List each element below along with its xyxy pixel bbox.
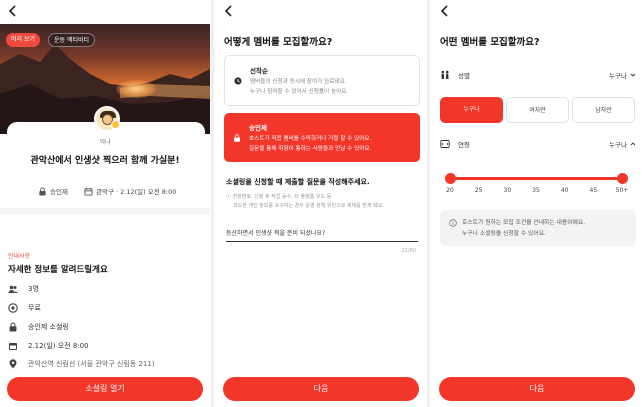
page-title: 어떤 멤버를 모집할까요?	[440, 37, 540, 48]
option-first-come[interactable]: 선착순 멤버들의 신청과 동시에 참여가 완료돼요. 누구나 참여할 수 있어서…	[224, 55, 420, 106]
question-hint-1: ⓘ 전화번호, 신청 후 작업 등수, 타 플랫폼 유도 등	[226, 193, 416, 202]
preview-chip: 미리 보기	[6, 33, 40, 47]
gender-row: 성별 누구나	[440, 69, 636, 81]
panel-divider	[211, 0, 214, 407]
event-title: 관악산에서 인생샷 찍으러 함께 가실분!	[30, 156, 180, 166]
question-hint-1-text: 전화번호, 신청 후 작업 등수, 타 플랫폼 유도 등	[232, 194, 332, 200]
clock-icon	[234, 77, 242, 85]
option-first-come-desc-2: 누구나 참여할 수 있어서 신청률이 높아요.	[250, 89, 349, 95]
lock-icon	[39, 186, 46, 196]
next-button[interactable]: 다음	[439, 377, 635, 401]
lock-icon	[9, 322, 17, 332]
info-row-location: 관악산역 신림선 (서울 관악구 신림동 211)	[8, 359, 155, 369]
info-row-members: 3명	[8, 284, 39, 294]
age-slider-track[interactable]	[449, 177, 622, 180]
option-first-come-desc-1: 멤버들의 신청과 동시에 참여가 완료돼요.	[250, 79, 347, 85]
question-input[interactable]: 등산하면서 인생샷 찍을 준비 되셨나요?	[226, 226, 418, 242]
gender-value[interactable]: 누구나	[609, 70, 636, 80]
panel-divider	[427, 0, 430, 407]
question-hint: ⓘ 전화번호, 신청 후 작업 등수, 타 플랫폼 유도 등 과도한 개인 정보…	[226, 193, 416, 211]
condition-info-text: 호스트가 원하는 모집 조건을 안내하는 내용이에요. 누구나 소셜링을 신청할…	[462, 218, 585, 240]
age-tick-label: 45	[589, 187, 598, 194]
back-arrow-icon[interactable]	[222, 4, 236, 18]
lock-icon	[234, 134, 240, 142]
age-row: 연령 누구나	[440, 138, 636, 150]
info-icon	[449, 219, 457, 227]
gender-option-anyone[interactable]: 누구나	[440, 97, 503, 123]
age-tick-label: 25	[474, 187, 483, 194]
section-divider	[0, 208, 210, 214]
condition-info-line-1: 호스트가 원하는 모집 조건을 안내하는 내용이에요.	[462, 220, 586, 226]
age-value[interactable]: 누구나	[609, 139, 636, 149]
option-approval-desc-1: 호스트가 직접 멤버를 수락하거나 거절 할 수 있어요.	[249, 136, 372, 142]
open-social-button[interactable]: 소셜링 열기	[7, 377, 203, 401]
age-tick-label: 35	[532, 187, 540, 194]
gender-option-male[interactable]: 남자만	[572, 97, 635, 123]
category-chip: 운동 액티비티	[48, 33, 96, 47]
option-first-come-desc: 멤버들의 신청과 동시에 참여가 완료돼요. 누구나 참여할 수 있어서 신청률…	[250, 77, 348, 97]
gender-icon	[441, 70, 449, 80]
option-approval[interactable]: 승인제 호스트가 직접 멤버를 수락하거나 거절 할 수 있어요. 질문을 통해…	[224, 113, 420, 162]
meta-approval: 승인제	[38, 186, 68, 196]
meta-approval-text: 승인제	[50, 188, 68, 196]
notice-label: 안내사항	[8, 253, 31, 260]
calendar-icon	[84, 187, 93, 196]
info-fee-text: 무료	[28, 304, 41, 312]
back-arrow-icon[interactable]	[6, 4, 20, 18]
info-date-text: 2.12(일) 오전 8:00	[28, 342, 89, 350]
coin-icon	[8, 303, 18, 313]
page-title: 어떻게 멤버를 모집할까요?	[224, 37, 333, 48]
gender-value-text: 누구나	[609, 72, 627, 80]
chevron-up-icon	[630, 142, 636, 146]
age-tick-label: 40	[560, 187, 569, 194]
age-value-text: 누구나	[609, 141, 627, 149]
recruit-method-screen: 어떻게 멤버를 모집할까요? 선착순 멤버들의 신청과 동시에 참여가 완료돼요…	[216, 0, 426, 407]
info-approval-text: 승인제 소셜링	[28, 323, 69, 331]
sunset-glow	[116, 80, 156, 98]
info-row-date: 2.12(일) 오전 8:00	[8, 341, 89, 351]
host-name: 익나	[99, 139, 111, 146]
info-icon: ⓘ	[226, 194, 233, 200]
meta-date-text: 관악구 · 2.12(일) 오전 8:00	[96, 188, 177, 196]
option-approval-title: 승인제	[249, 124, 267, 132]
condition-info-box: 호스트가 원하는 모집 조건을 안내하는 내용이에요. 누구나 소셜링을 신청할…	[440, 210, 636, 246]
age-tick-label: 20	[446, 187, 454, 194]
people-icon	[8, 285, 18, 293]
recruit-conditions-screen: 어떤 멤버를 모집할까요? 성별 누구나 누구나 여자만 남자만 연령 누구나 …	[432, 0, 642, 407]
host-badge-icon	[111, 120, 120, 129]
id-card-icon	[440, 140, 450, 148]
gender-option-female[interactable]: 여자만	[506, 97, 569, 123]
age-tick-label: 50+	[615, 187, 629, 194]
notice-title: 자세한 정보를 알려드릴게요	[8, 265, 108, 275]
info-row-approval: 승인제 소셜링	[8, 322, 69, 332]
info-row-fee: 무료	[8, 303, 41, 313]
age-tick-label: 30	[503, 187, 512, 194]
chevron-down-icon	[630, 73, 636, 77]
option-first-come-title: 선착순	[250, 67, 268, 75]
option-approval-desc: 호스트가 직접 멤버를 수락하거나 거절 할 수 있어요. 질문을 통해 취향이…	[249, 134, 371, 154]
condition-info-line-2: 누구나 소셜링을 신청할 수 있어요.	[462, 231, 546, 237]
age-slider-max-handle[interactable]	[616, 173, 628, 184]
age-slider-min-handle[interactable]	[444, 173, 456, 184]
info-members-text: 3명	[28, 285, 39, 293]
question-hint-2: 과도한 개인 정보를 요구하는 경우 운영 정책 위반으로 제재를 받게 돼요.	[233, 203, 384, 209]
next-button[interactable]: 다음	[223, 377, 419, 401]
character-counter: 21/80	[401, 248, 416, 254]
gender-label: 성별	[458, 72, 470, 80]
meta-date: 관악구 · 2.12(일) 오전 8:00	[84, 186, 176, 196]
back-arrow-icon[interactable]	[438, 4, 452, 18]
option-approval-desc-2: 질문을 통해 취향이 통하는 사람들과 만날 수 있어요.	[249, 146, 372, 152]
location-pin-icon	[9, 359, 17, 369]
social-preview-screen: 미리 보기 운동 액티비티 익나 관악산에서 인생샷 찍으러 함께 가실분! 승…	[0, 0, 210, 407]
age-label: 연령	[458, 141, 470, 149]
question-title: 소셜링을 신청할 때 제출할 질문을 작성해주세요.	[226, 178, 370, 186]
calendar-icon	[9, 343, 17, 350]
info-location-text: 관악산역 신림선 (서울 관악구 신림동 211)	[28, 360, 155, 368]
